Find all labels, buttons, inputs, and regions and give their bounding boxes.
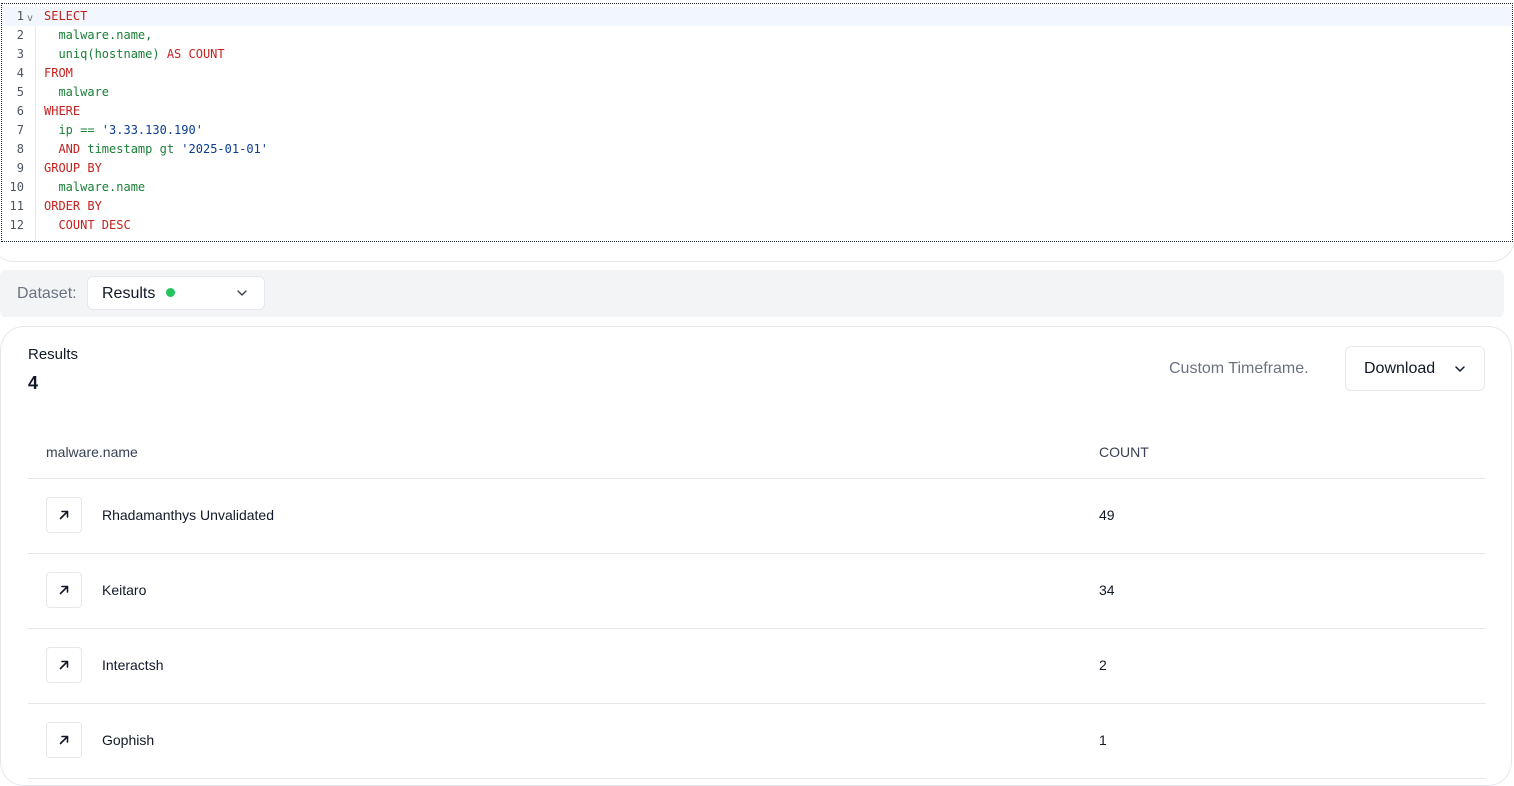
arrow-up-right-icon (59, 735, 69, 745)
cell-malware-name: Interactsh (102, 657, 164, 673)
line-number: 11 (9, 199, 24, 213)
open-row-button[interactable] (46, 647, 82, 683)
dataset-label: Dataset: (17, 285, 77, 302)
code-line[interactable]: 6 WHERE (2, 102, 1512, 121)
chevron-down-icon (237, 290, 247, 296)
code-text: COUNT DESC (44, 216, 131, 235)
dataset-bar: Dataset: Results (0, 270, 1504, 317)
results-count: 4 (28, 373, 39, 393)
results-card: Results 4 Custom Timeframe. Download mal… (0, 326, 1512, 786)
code-line[interactable]: 5 malware (2, 83, 1512, 102)
open-row-button[interactable] (46, 497, 82, 533)
cell-count: 2 (1099, 657, 1107, 673)
open-row-button[interactable] (46, 722, 82, 758)
line-number: 10 (9, 180, 24, 194)
dataset-select[interactable]: Results (87, 276, 265, 310)
code-token: '2025-01-01' (181, 142, 268, 156)
line-number: 5 (16, 85, 24, 99)
code-token: WHERE (44, 104, 81, 118)
table-row: Keitaro 34 (28, 554, 1486, 629)
code-text: FROM (44, 64, 73, 83)
code-line[interactable]: 3 uniq(hostname) AS COUNT (2, 45, 1512, 64)
status-dot (166, 288, 175, 297)
code-text: ip == '3.33.130.190' (44, 121, 203, 140)
code-editor[interactable]: 1 v SELECT 2 malware.name, 3 uniq(hostname) … (1, 3, 1513, 242)
code-token: ip == (44, 123, 102, 137)
table-row: Rhadamanthys Unvalidated 49 (28, 479, 1486, 554)
line-number: 7 (16, 123, 24, 137)
code-text: ORDER BY (44, 197, 102, 216)
code-token: gt (159, 142, 182, 156)
cell-malware-name: Rhadamanthys Unvalidated (102, 507, 274, 523)
code-token: timestamp (87, 142, 160, 156)
code-line[interactable]: 7 ip == '3.33.130.190' (2, 121, 1512, 140)
line-number: 4 (16, 66, 24, 80)
code-token: GROUP BY (44, 161, 102, 175)
cell-count: 34 (1099, 582, 1115, 598)
column-header-count[interactable]: COUNT (1099, 444, 1149, 460)
code-token: COUNT DESC (44, 218, 131, 232)
dataset-selected-value: Results (102, 285, 156, 302)
line-number: 3 (16, 47, 24, 61)
line-number: 9 (16, 161, 24, 175)
code-token: AS COUNT (166, 47, 225, 61)
code-text: GROUP BY (44, 159, 102, 178)
table-row: Interactsh 2 (28, 629, 1486, 704)
code-text: malware.name, (44, 26, 152, 45)
code-line[interactable]: 8 AND timestamp gt '2025-01-01' (2, 140, 1512, 159)
code-line[interactable]: 2 malware.name, (2, 26, 1512, 45)
column-header-name[interactable]: malware.name (46, 444, 138, 460)
line-number: 2 (16, 28, 24, 42)
line-number: 8 (16, 142, 24, 156)
code-token: ORDER BY (44, 199, 102, 213)
code-token: AND (44, 142, 88, 156)
code-token: SELECT (44, 9, 88, 23)
arrow-up-right-icon (59, 585, 69, 595)
cell-count: 1 (1099, 732, 1107, 748)
code-text: SELECT (44, 7, 87, 26)
cell-count: 49 (1099, 507, 1115, 523)
table-header: malware.name COUNT (28, 429, 1486, 479)
code-line[interactable]: 1 v SELECT (2, 7, 1512, 26)
line-number: 1 (16, 9, 24, 23)
code-line[interactable]: 11 ORDER BY (2, 197, 1512, 216)
chevron-down-icon (1455, 366, 1465, 372)
table-row: Gophish 1 (28, 704, 1486, 779)
query-panel: 1 v SELECT 2 malware.name, 3 uniq(hostname) … (0, 0, 1514, 262)
open-row-button[interactable] (46, 572, 82, 608)
code-line[interactable]: 4 FROM (2, 64, 1512, 83)
timeframe-label: Custom Timeframe. (1169, 360, 1309, 377)
results-title: Results (28, 346, 79, 363)
code-text: malware.name (44, 178, 145, 197)
code-token: malware (44, 85, 110, 99)
cell-malware-name: Keitaro (102, 582, 147, 598)
download-label: Download (1364, 360, 1436, 377)
code-text: AND timestamp gt '2025-01-01' (44, 140, 268, 159)
code-text: malware (44, 83, 109, 102)
code-line[interactable]: 12 COUNT DESC (2, 216, 1512, 235)
arrow-up-right-icon (59, 660, 69, 670)
code-token: '3.33.130.190' (101, 123, 203, 137)
code-token: malware.name (44, 180, 146, 194)
code-line[interactable]: 9 GROUP BY (2, 159, 1512, 178)
cell-malware-name: Gophish (102, 732, 155, 748)
table-body: Rhadamanthys Unvalidated 49 Keitaro 34 Inter… (28, 479, 1486, 779)
results-table: malware.name COUNT Rhadamanthys Unvalida… (28, 429, 1486, 779)
code-token: FROM (44, 66, 73, 80)
code-token: uniq(hostname) (44, 47, 167, 61)
download-button[interactable]: Download (1345, 346, 1485, 391)
line-number: 6 (16, 104, 24, 118)
code-text: uniq(hostname) AS COUNT (44, 45, 225, 64)
code-token: malware.name, (44, 28, 153, 42)
arrow-up-right-icon (59, 510, 69, 520)
code-line[interactable]: 10 malware.name (2, 178, 1512, 197)
line-number: 12 (9, 218, 24, 232)
code-text: WHERE (44, 102, 80, 121)
